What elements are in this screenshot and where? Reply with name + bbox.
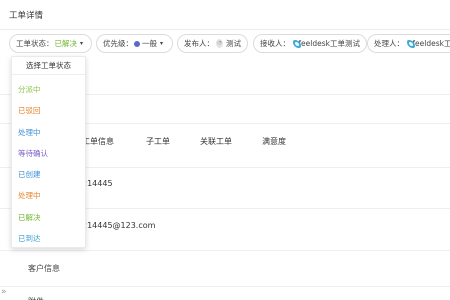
divider (0, 286, 450, 287)
feeldesk-logo-icon (406, 39, 417, 49)
chevron-down-icon: ▾ (80, 40, 84, 47)
tab-sub-tickets[interactable]: 子工单 (146, 136, 170, 147)
attachment-section[interactable]: 附件 (28, 296, 44, 300)
status-option[interactable]: 处理中 (18, 127, 41, 138)
status-value: 已解决 (54, 39, 78, 48)
status-option[interactable]: 处理中 (18, 190, 41, 201)
publisher-chip[interactable]: 发布人： ◔ 测试 (177, 34, 248, 53)
receiver-chip[interactable]: 接收人： feeldesk工单测试 (253, 34, 367, 53)
publisher-label: 发布人： (184, 39, 214, 48)
status-option[interactable]: 已到达 (18, 233, 41, 244)
status-label: 工单状态： (16, 39, 54, 48)
tab-ticket-info[interactable]: 工单信息 (82, 136, 114, 147)
status-option[interactable]: 已驳回 (18, 105, 41, 116)
tab-related-tickets[interactable]: 关联工单 (200, 136, 232, 147)
dropdown-header: 选择工单状态 (12, 57, 85, 75)
priority-filter[interactable]: 优先级： 一般 ▾ (96, 34, 173, 53)
priority-dot-icon (134, 40, 140, 47)
email-value: 214445@123.com (82, 221, 156, 230)
status-option[interactable]: 已解决 (18, 212, 41, 223)
divider (0, 250, 450, 251)
receiver-value: feeldesk工单测试 (298, 39, 360, 48)
handler-value: feeldesk工单 (412, 39, 450, 48)
ticket-toolbar: 工单状态： 已解决 ▾ 优先级： 一般 ▾ 发布人： ◔ 测试 接收人： fee… (6, 34, 450, 54)
status-option[interactable]: 已创建 (18, 169, 41, 180)
priority-value: 一般 (142, 39, 157, 48)
title-bar: 工单详情 (0, 0, 450, 30)
feeldesk-logo-icon (292, 39, 303, 49)
expand-sidebar-icon[interactable]: » (1, 287, 7, 297)
handler-label: 处理人： (374, 39, 404, 48)
chevron-down-icon: ▾ (160, 40, 164, 47)
status-dropdown-menu: 选择工单状态 分派中 已驳回 处理中 等待确认 已创建 处理中 已解决 已到达 (11, 56, 86, 248)
status-filter[interactable]: 工单状态： 已解决 ▾ (9, 34, 92, 53)
page-title: 工单详情 (9, 10, 44, 21)
receiver-label: 接收人： (260, 39, 290, 48)
ticket-detail-page: 工单详情 工单状态： 已解决 ▾ 优先级： 一般 ▾ 发布人： ◔ 测试 接收人… (0, 0, 450, 300)
priority-label: 优先级： (103, 39, 133, 48)
status-option[interactable]: 分派中 (18, 84, 41, 95)
user-avatar-icon: ◔ (216, 39, 223, 48)
tab-satisfaction[interactable]: 满意度 (262, 136, 286, 147)
status-option[interactable]: 等待确认 (18, 148, 48, 159)
phone-value: 214445 (82, 179, 113, 188)
handler-chip[interactable]: 处理人： feeldesk工单 (367, 34, 450, 53)
publisher-value: 测试 (226, 39, 241, 48)
customer-info-section[interactable]: 客户信息 (28, 263, 60, 274)
